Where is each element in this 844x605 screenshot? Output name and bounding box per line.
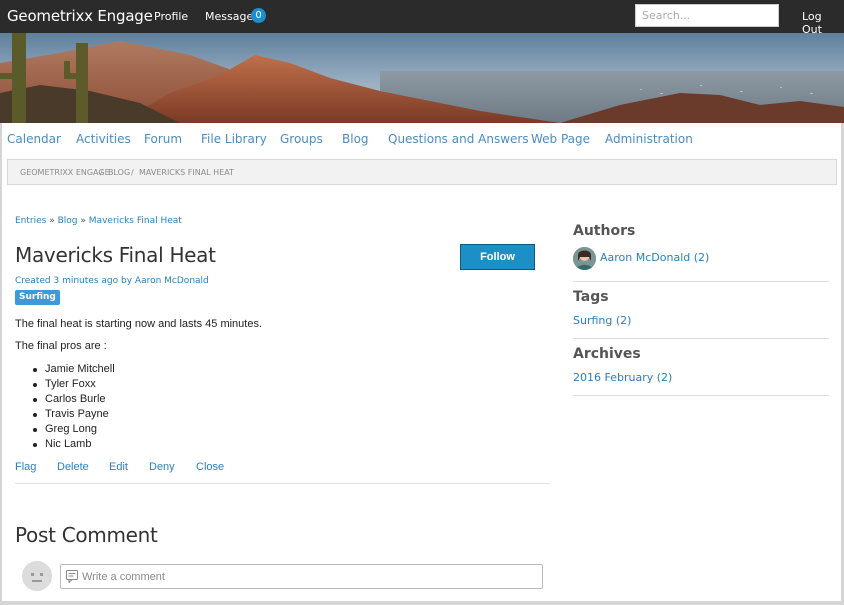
breadcrumb: GEOMETRIXX ENGAGE / BLOG / MAVERICKS FIN… xyxy=(7,159,837,185)
post-comment-heading: Post Comment xyxy=(15,523,158,547)
blog-link[interactable]: Blog xyxy=(58,216,78,226)
nav-item-forum[interactable]: Forum xyxy=(144,132,182,146)
breadcrumb-item-home[interactable]: GEOMETRIXX ENGAGE xyxy=(20,168,110,177)
nav-item-groups[interactable]: Groups xyxy=(280,132,323,146)
list-item: Nic Lamb xyxy=(33,438,115,453)
nav-item-activities[interactable]: Activities xyxy=(76,132,131,146)
divider xyxy=(573,281,829,282)
breadcrumb-separator: / xyxy=(131,168,134,177)
brand-title[interactable]: Geometrixx Engage xyxy=(7,7,153,25)
post-link[interactable]: Mavericks Final Heat xyxy=(89,216,182,226)
divider xyxy=(15,483,550,484)
nav-item-web-page[interactable]: Web Page xyxy=(531,132,590,146)
avatar xyxy=(22,561,52,591)
breadcrumb-item-current: MAVERICKS FINAL HEAT xyxy=(139,168,234,177)
post-title: Mavericks Final Heat xyxy=(15,243,216,267)
post-paragraph: The final pros are : xyxy=(15,340,107,352)
list-item: Travis Payne xyxy=(33,408,115,423)
list-item: Carlos Burle xyxy=(33,393,115,408)
entries-breadcrumb: Entries » Blog » Mavericks Final Heat xyxy=(15,216,182,226)
top-navigation-bar: Geometrixx Engage Profile Messages 0 Log… xyxy=(0,0,844,36)
archive-link-2016-february[interactable]: 2016 February (2) xyxy=(573,371,672,384)
meta-time: 3 minutes ago xyxy=(53,276,119,286)
edit-link[interactable]: Edit xyxy=(109,461,128,473)
list-item: Tyler Foxx xyxy=(33,378,115,393)
nav-item-blog[interactable]: Blog xyxy=(342,132,369,146)
comment-field[interactable] xyxy=(60,564,543,589)
follow-button[interactable]: Follow xyxy=(460,244,535,270)
header-banner-image xyxy=(0,33,844,123)
tag-link-surfing[interactable]: Surfing (2) xyxy=(573,314,631,327)
comment-input[interactable] xyxy=(82,568,537,586)
breadcrumb-separator: » xyxy=(49,216,55,226)
archives-heading: Archives xyxy=(573,346,641,362)
breadcrumb-item-blog[interactable]: BLOG xyxy=(108,168,130,177)
entries-link[interactable]: Entries xyxy=(15,216,46,226)
profile-link[interactable]: Profile xyxy=(154,10,188,23)
tags-heading: Tags xyxy=(573,289,609,305)
avatar[interactable] xyxy=(573,247,596,270)
list-item: Jamie Mitchell xyxy=(33,363,115,378)
breadcrumb-separator: / xyxy=(100,168,103,177)
pros-list: Jamie Mitchell Tyler Foxx Carlos Burle T… xyxy=(33,363,115,453)
content-frame-left xyxy=(0,123,2,605)
tag-badge-surfing[interactable]: Surfing xyxy=(15,290,60,305)
post-paragraph: The final heat is starting now and lasts… xyxy=(15,318,263,330)
messages-count-badge[interactable]: 0 xyxy=(251,8,266,23)
nav-item-calendar[interactable]: Calendar xyxy=(7,132,61,146)
nav-item-administration[interactable]: Administration xyxy=(605,132,693,146)
divider xyxy=(573,338,829,339)
meta-author-link[interactable]: Aaron McDonald xyxy=(135,276,209,286)
delete-link[interactable]: Delete xyxy=(57,461,89,473)
nav-item-questions-and-answers[interactable]: Questions and Answers xyxy=(388,132,529,146)
divider xyxy=(573,395,829,396)
breadcrumb-separator: » xyxy=(80,216,86,226)
close-link[interactable]: Close xyxy=(196,461,224,473)
comment-icon xyxy=(66,570,78,584)
flag-link[interactable]: Flag xyxy=(15,461,36,473)
content-frame-bottom xyxy=(0,601,844,605)
search-input[interactable] xyxy=(635,4,779,27)
meta-by-label: by xyxy=(121,276,133,286)
list-item: Greg Long xyxy=(33,423,115,438)
author-link[interactable]: Aaron McDonald (2) xyxy=(600,251,709,264)
meta-created-label: Created xyxy=(15,276,51,286)
nav-item-file-library[interactable]: File Library xyxy=(201,132,267,146)
post-meta: Created 3 minutes ago by Aaron McDonald xyxy=(15,276,209,286)
deny-link[interactable]: Deny xyxy=(149,461,175,473)
authors-heading: Authors xyxy=(573,223,636,239)
